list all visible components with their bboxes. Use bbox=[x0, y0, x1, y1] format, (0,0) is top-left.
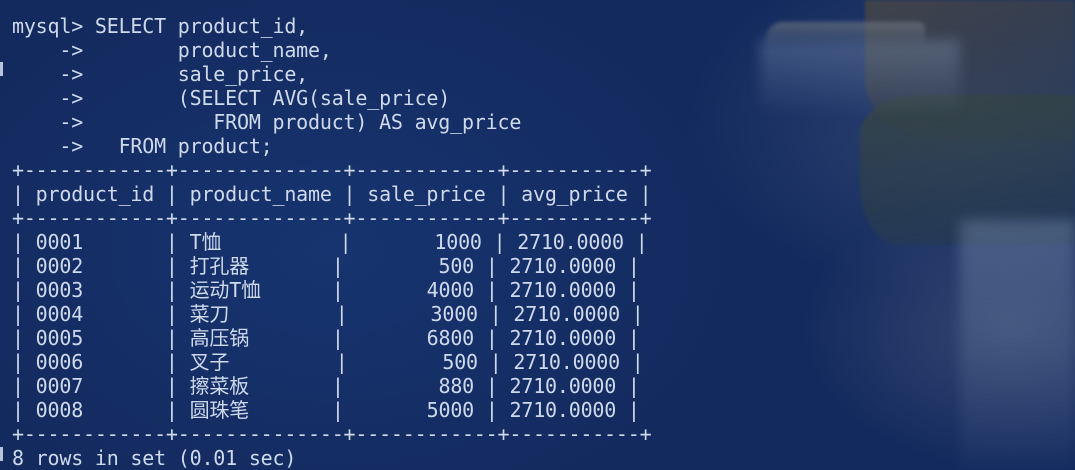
query-line: -> FROM product) AS avg_price bbox=[12, 110, 522, 134]
table-row: | 0007 | 擦菜板 | 880 | 2710.0000 | bbox=[12, 374, 640, 398]
background-mist-right bbox=[960, 220, 1075, 470]
table-row: | 0005 | 高压锅 | 6800 | 2710.0000 | bbox=[12, 326, 640, 350]
table-row: | 0003 | 运动T恤 | 4000 | 2710.0000 | bbox=[12, 278, 640, 302]
table-row: | 0004 | 菜刀 | 3000 | 2710.0000 | bbox=[12, 302, 644, 326]
table-border: +------------+--------------+-----------… bbox=[12, 206, 652, 230]
query-line: mysql> SELECT product_id, bbox=[12, 14, 309, 38]
table-row: | 0006 | 叉子 | 500 | 2710.0000 | bbox=[12, 350, 644, 374]
table-border: +------------+--------------+-----------… bbox=[12, 422, 652, 446]
terminal-output[interactable]: mysql> SELECT product_id, -> product_nam… bbox=[12, 14, 652, 470]
query-line: -> FROM product; bbox=[12, 134, 273, 158]
result-summary: 8 rows in set (0.01 sec) bbox=[12, 446, 297, 470]
window-edge-mark bbox=[0, 447, 3, 461]
query-line: -> (SELECT AVG(sale_price) bbox=[12, 86, 451, 110]
table-border: +------------+--------------+-----------… bbox=[12, 158, 652, 182]
query-line: -> product_name, bbox=[12, 38, 332, 62]
table-row: | 0002 | 打孔器 | 500 | 2710.0000 | bbox=[12, 254, 640, 278]
table-row: | 0001 | T恤 | 1000 | 2710.0000 | bbox=[12, 230, 648, 254]
table-header-row: | product_id | product_name | sale_price… bbox=[12, 182, 652, 206]
query-line: -> sale_price, bbox=[12, 62, 309, 86]
window-edge-mark bbox=[0, 62, 3, 76]
background-mist-top bbox=[760, 40, 960, 110]
table-row: | 0008 | 圆珠笔 | 5000 | 2710.0000 | bbox=[12, 398, 640, 422]
